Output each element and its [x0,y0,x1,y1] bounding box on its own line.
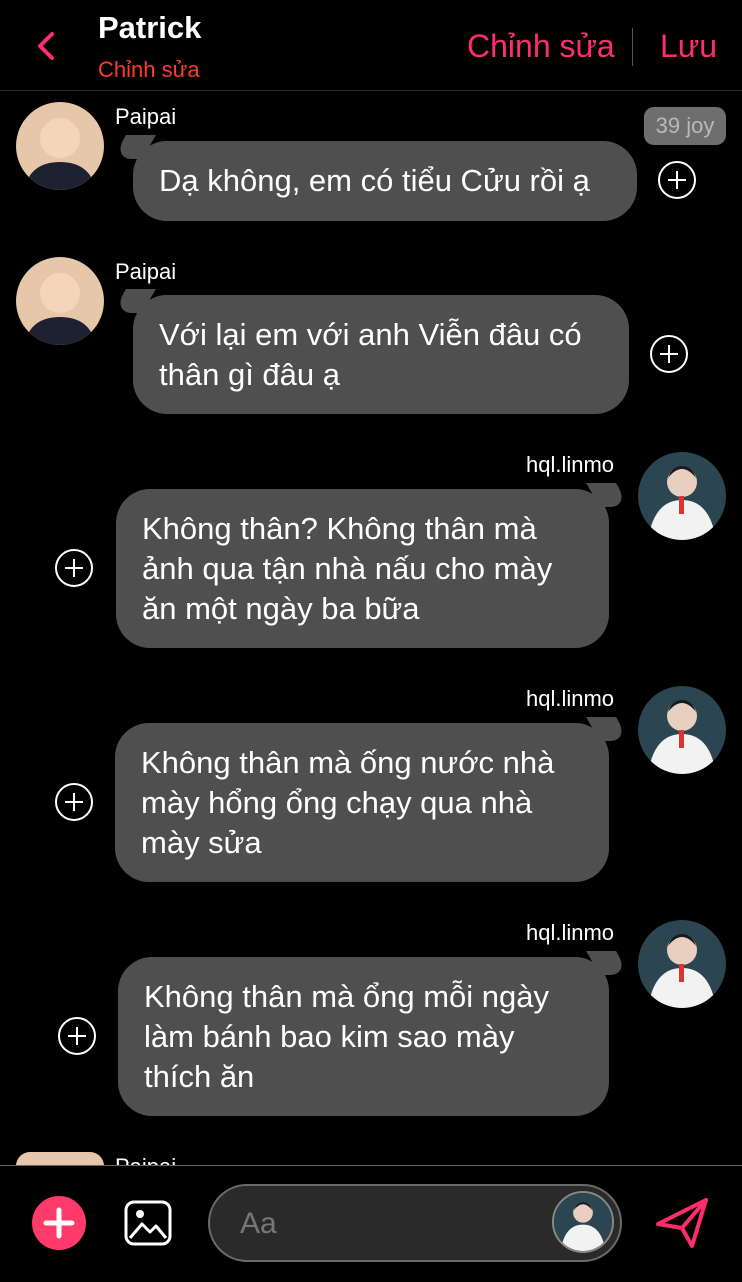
sender-name: hql.linmo [526,452,615,477]
plus-icon [43,1207,75,1239]
message-bubble[interactable]: Với lại em với anh Viễn đâu có thân gì đ… [133,295,629,414]
message-text: Với lại em với anh Viễn đâu có thân gì đ… [159,317,582,392]
header-divider [632,28,633,66]
plus-circle-icon[interactable] [657,160,697,200]
chat-title: Patrick [98,10,202,45]
sender-name: hql.linmo [526,686,615,711]
message-input[interactable] [238,1200,542,1248]
joy-badge: 39 joy [644,107,726,145]
sender-name: Paipai [115,259,177,284]
message-text: Dạ không, em có tiểu Cửu rồi ạ [159,163,590,198]
message-bubble[interactable]: Không thân mà ống nước nhà mày hổng ổng … [115,723,609,882]
message-input-wrapper[interactable] [208,1184,622,1262]
message-bubble[interactable]: Không thân mà ổng mỗi ngày làm bánh bao … [118,957,609,1116]
plus-circle-icon[interactable] [57,1016,97,1056]
send-icon[interactable] [654,1196,710,1250]
avatar-paipai[interactable] [16,257,104,345]
chat-header: Patrick Chỉnh sửa Chỉnh sửa Lưu [0,0,742,91]
chat-subtitle[interactable]: Chỉnh sửa [98,57,200,83]
image-icon[interactable] [124,1200,172,1246]
composer-bar [0,1165,742,1282]
plus-circle-icon[interactable] [649,334,689,374]
avatar-hql-linmo[interactable] [638,686,726,774]
message-bubble[interactable]: Không thân? Không thân mà ảnh qua tận nh… [116,489,609,648]
message-text: Không thân mà ống nước nhà mày hổng ổng … [141,745,555,860]
avatar-hql-linmo[interactable] [552,1191,614,1253]
avatar-hql-linmo[interactable] [638,920,726,1008]
add-button[interactable] [32,1196,86,1250]
chevron-left-icon[interactable] [28,26,68,66]
avatar-hql-linmo[interactable] [638,452,726,540]
plus-circle-icon[interactable] [54,548,94,588]
plus-circle-icon[interactable] [54,782,94,822]
sender-name: hql.linmo [526,920,615,945]
avatar-paipai[interactable] [16,102,104,190]
sender-name: Paipai [115,1154,176,1165]
edit-button[interactable]: Chỉnh sửa [467,28,615,65]
sender-name: Paipai [115,104,177,129]
message-bubble[interactable]: Dạ không, em có tiểu Cửu rồi ạ [133,141,637,221]
message-text: Không thân? Không thân mà ảnh qua tận nh… [142,511,553,626]
avatar-paipai[interactable] [16,1152,104,1166]
save-button[interactable]: Lưu [660,28,717,65]
message-text: Không thân mà ổng mỗi ngày làm bánh bao … [144,979,549,1094]
